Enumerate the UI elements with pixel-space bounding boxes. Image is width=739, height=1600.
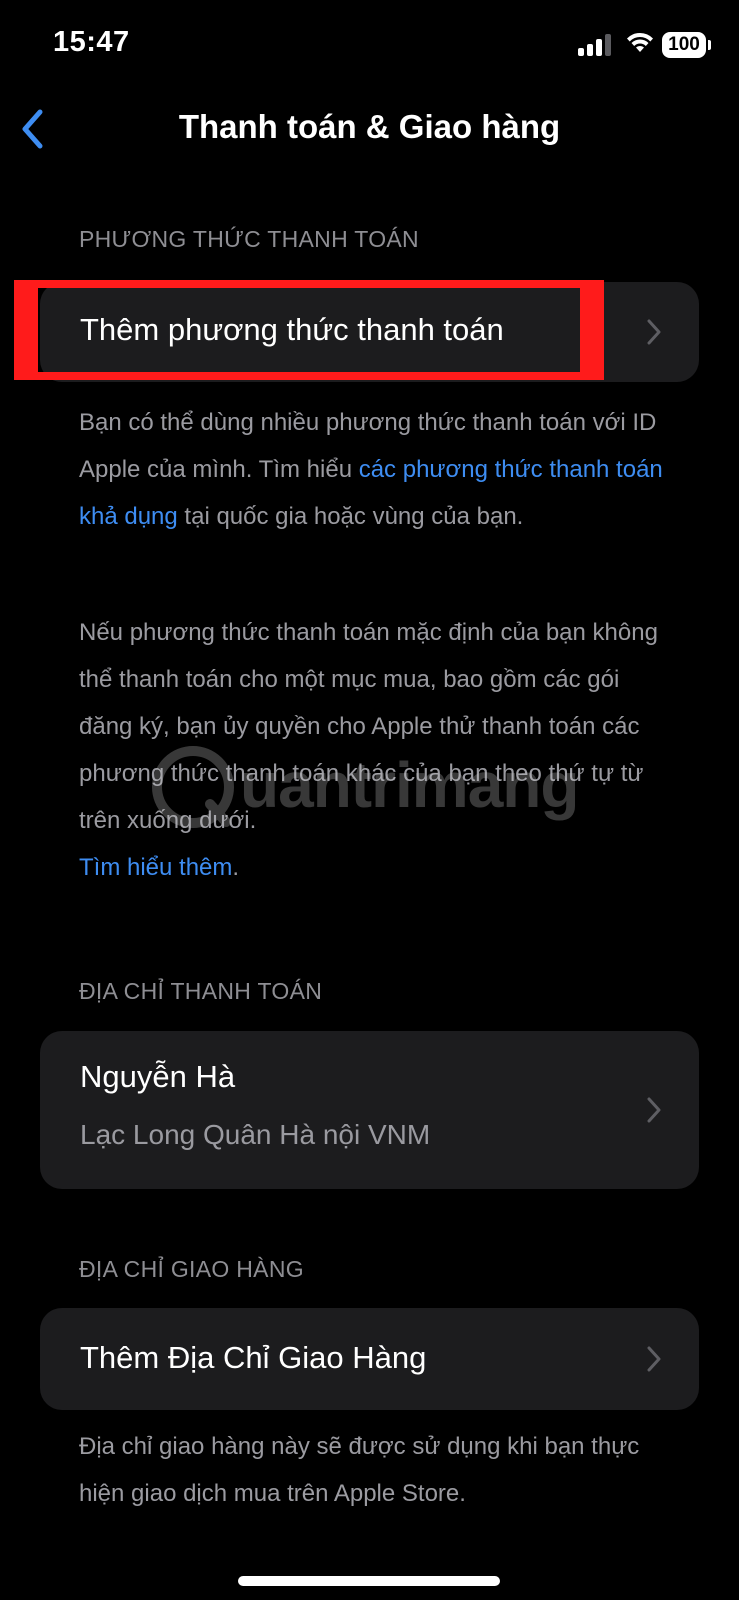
- battery-icon: 100: [662, 32, 706, 58]
- add-payment-method-button[interactable]: Thêm phương thức thanh toán: [40, 282, 699, 382]
- add-shipping-address-button[interactable]: Thêm Địa Chỉ Giao Hàng: [40, 1308, 699, 1410]
- learn-more-link[interactable]: Tìm hiểu thêm: [79, 854, 232, 881]
- billing-address-cell[interactable]: Nguyễn Hà Lạc Long Quân Hà nội VNM: [40, 1031, 699, 1189]
- chevron-right-icon: [647, 319, 661, 345]
- shipping-address-header: ĐỊA CHỈ GIAO HÀNG: [79, 1256, 304, 1282]
- status-bar: 15:47 100: [0, 0, 739, 90]
- wifi-icon: [625, 30, 655, 59]
- chevron-right-icon: [647, 1346, 661, 1372]
- payment-method-header: PHƯƠNG THỨC THANH TOÁN: [79, 226, 419, 252]
- payment-footer-2: Nếu phương thức thanh toán mặc định của …: [79, 619, 658, 881]
- add-shipping-address-label: Thêm Địa Chỉ Giao Hàng: [80, 1340, 427, 1375]
- home-indicator[interactable]: [238, 1576, 500, 1586]
- billing-address: Lạc Long Quân Hà nội VNM: [80, 1119, 431, 1150]
- add-payment-method-label: Thêm phương thức thanh toán: [80, 312, 504, 347]
- billing-name: Nguyễn Hà: [80, 1059, 236, 1094]
- battery-tip: [708, 40, 711, 50]
- cellular-signal-icon: [578, 34, 614, 56]
- page-title: Thanh toán & Giao hàng: [178, 108, 561, 145]
- payment-footer-1: Bạn có thể dùng nhiều phương thức thanh …: [79, 409, 663, 530]
- status-time: 15:47: [53, 26, 130, 58]
- shipping-footer: Địa chỉ giao hàng này sẽ được sử dụng kh…: [79, 1433, 640, 1507]
- billing-address-header: ĐỊA CHỈ THANH TOÁN: [79, 978, 323, 1004]
- chevron-right-icon: [647, 1097, 661, 1123]
